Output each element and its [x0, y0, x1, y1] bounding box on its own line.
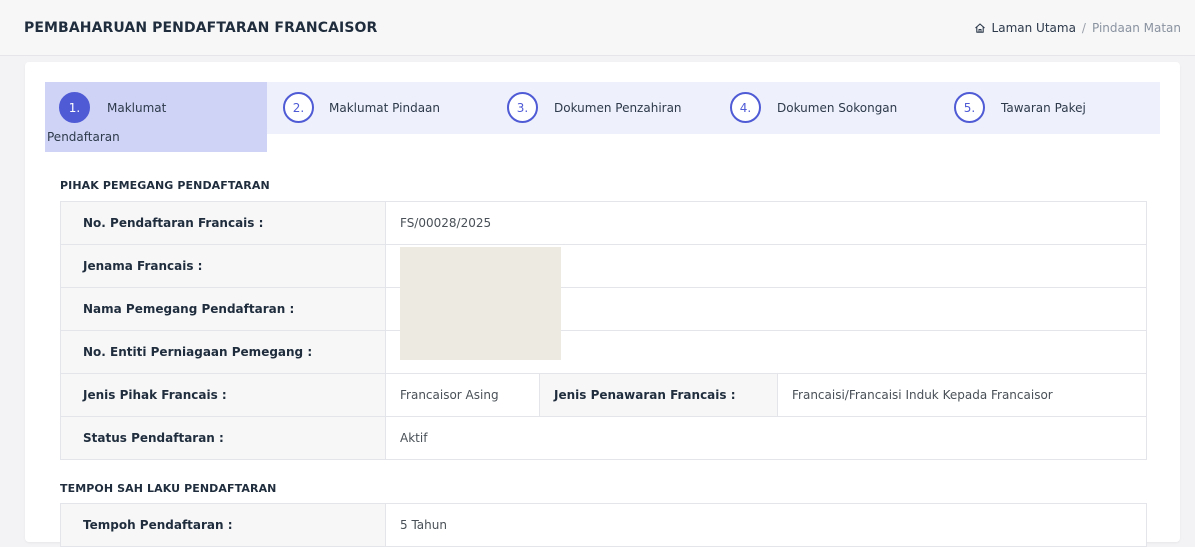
- step-number: 3.: [507, 92, 538, 123]
- field-label: Status Pendaftaran :: [60, 416, 386, 460]
- redaction-block: [400, 247, 561, 360]
- step-label-line2: Pendaftaran: [47, 130, 120, 144]
- step-dokumen-sokongan[interactable]: 4. Dokumen Sokongan: [730, 82, 930, 134]
- page-title: PEMBAHARUAN PENDAFTARAN FRANCAISOR: [24, 20, 378, 36]
- breadcrumb: Laman Utama / Pindaan Matan: [974, 21, 1181, 35]
- content-card: 1. Maklumat Pendaftaran 2. Maklumat Pind…: [25, 62, 1180, 547]
- field-value: Francaisi/Francaisi Induk Kepada Francai…: [777, 373, 1147, 417]
- top-bar: PEMBAHARUAN PENDAFTARAN FRANCAISOR Laman…: [0, 0, 1195, 56]
- table-row: Status Pendaftaran : Aktif: [60, 416, 1147, 460]
- step-label: Dokumen Sokongan: [777, 101, 898, 115]
- field-label: Tempoh Pendaftaran :: [60, 503, 386, 547]
- field-value: 5 Tahun: [385, 503, 1147, 547]
- step-maklumat-pendaftaran[interactable]: 1. Maklumat Pendaftaran: [45, 82, 267, 152]
- field-value: Aktif: [385, 416, 1147, 460]
- breadcrumb-separator: /: [1081, 21, 1086, 35]
- step-number: 1.: [59, 92, 90, 123]
- table-row: No. Pendaftaran Francais : FS/00028/2025: [60, 201, 1147, 245]
- step-label: Dokumen Penzahiran: [554, 101, 682, 115]
- table-row: Jenama Francais : S: [60, 244, 1147, 288]
- table-row: Jenis Pihak Francais : Francaisor Asing …: [60, 373, 1147, 417]
- home-icon[interactable]: [974, 22, 986, 34]
- step-number: 5.: [954, 92, 985, 123]
- step-label: Maklumat Pindaan: [329, 101, 440, 115]
- field-label: No. Pendaftaran Francais :: [60, 201, 386, 245]
- section-title-tempoh-sah-laku: TEMPOH SAH LAKU PENDAFTARAN: [60, 482, 277, 495]
- field-label: Jenis Penawaran Francais :: [539, 373, 778, 417]
- step-label: Maklumat: [107, 101, 167, 115]
- pihak-pemegang-table: No. Pendaftaran Francais : FS/00028/2025…: [60, 201, 1147, 460]
- field-label: Nama Pemegang Pendaftaran :: [60, 287, 386, 331]
- breadcrumb-home-link[interactable]: Laman Utama: [992, 21, 1076, 35]
- step-maklumat-pindaan[interactable]: 2. Maklumat Pindaan: [283, 82, 483, 134]
- tempoh-table: Tempoh Pendaftaran : 5 Tahun: [60, 503, 1147, 547]
- table-row: Tempoh Pendaftaran : 5 Tahun: [60, 503, 1147, 547]
- table-row: Nama Pemegang Pendaftaran : S: [60, 287, 1147, 331]
- step-number: 2.: [283, 92, 314, 123]
- step-label: Tawaran Pakej: [1001, 101, 1086, 115]
- wizard-steps: 1. Maklumat Pendaftaran 2. Maklumat Pind…: [45, 82, 1160, 152]
- field-value: FS/00028/2025: [385, 201, 1147, 245]
- field-label: No. Entiti Perniagaan Pemegang :: [60, 330, 386, 374]
- field-label: Jenis Pihak Francais :: [60, 373, 386, 417]
- step-dokumen-penzahiran[interactable]: 3. Dokumen Penzahiran: [507, 82, 707, 134]
- breadcrumb-current: Pindaan Matan: [1091, 21, 1181, 35]
- section-title-pihak-pemegang: PIHAK PEMEGANG PENDAFTARAN: [60, 179, 270, 192]
- field-value: Francaisor Asing: [385, 373, 540, 417]
- step-tawaran-pakej[interactable]: 5. Tawaran Pakej: [954, 82, 1154, 134]
- table-row: No. Entiti Perniagaan Pemegang : 2: [60, 330, 1147, 374]
- field-label: Jenama Francais :: [60, 244, 386, 288]
- step-number: 4.: [730, 92, 761, 123]
